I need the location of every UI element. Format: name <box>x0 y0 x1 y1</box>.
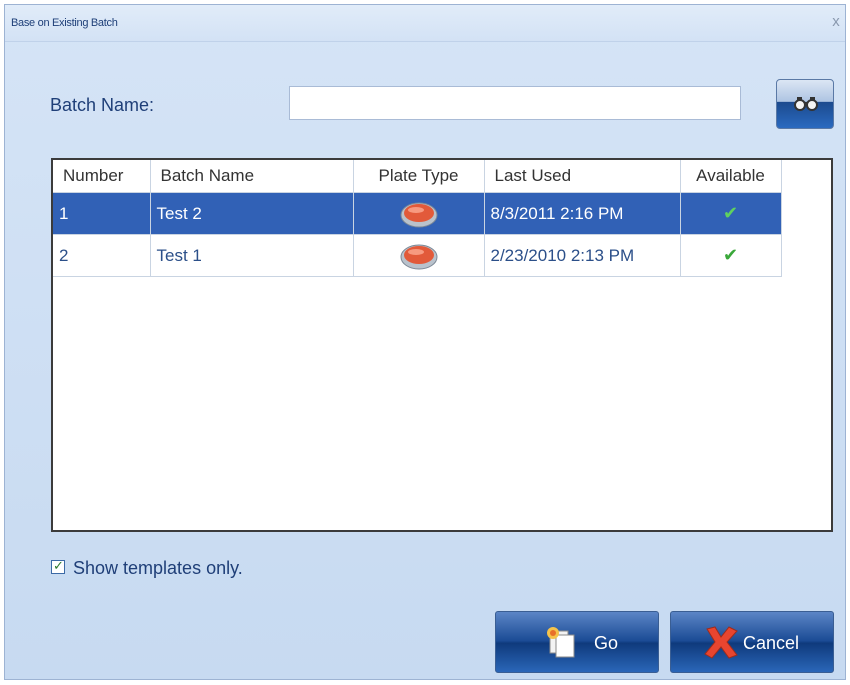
show-templates-label[interactable]: Show templates only. <box>73 558 243 579</box>
batch-name-input[interactable] <box>289 86 741 120</box>
go-button[interactable]: Go <box>495 611 659 673</box>
cell-number: 2 <box>53 234 151 277</box>
cancel-button-label: Cancel <box>743 633 800 653</box>
column-header-last-used[interactable]: Last Used <box>484 160 681 193</box>
batch-table: Number Batch Name Plate Type Last Used A… <box>53 160 782 277</box>
checkmark-icon: ✓ <box>53 558 64 573</box>
go-button-label: Go <box>594 633 619 653</box>
cancel-button[interactable]: Cancel <box>670 611 834 673</box>
check-icon: ✔ <box>722 245 739 265</box>
table-row[interactable]: 1 Test 2 8/3/2011 2:16 PM ✔ <box>53 192 782 235</box>
check-icon: ✔ <box>722 203 739 223</box>
header-row: Number Batch Name Plate Type Last Used A… <box>53 160 782 193</box>
base-on-existing-batch-dialog: Base on Existing Batch x Batch Name: Num… <box>4 4 846 680</box>
binoculars-icon <box>794 97 818 111</box>
cancel-x-icon <box>704 626 738 659</box>
column-header-number[interactable]: Number <box>53 160 151 193</box>
cell-batch-name: Test 1 <box>150 234 354 277</box>
title-bar: Base on Existing Batch x <box>5 5 845 42</box>
red-plate-icon <box>400 244 437 269</box>
batch-name-label: Batch Name: <box>50 95 155 115</box>
table-row[interactable]: 2 Test 1 2/23/2010 2:13 PM ✔ <box>53 234 782 277</box>
new-document-icon <box>547 627 575 658</box>
cell-plate-type <box>353 234 485 277</box>
search-button[interactable] <box>776 79 834 129</box>
cell-available: ✔ <box>680 192 782 235</box>
show-templates-checkbox[interactable]: ✓ <box>51 558 65 574</box>
cell-last-used: 2/23/2010 2:13 PM <box>484 234 681 277</box>
column-header-available[interactable]: Available <box>680 160 782 193</box>
cell-number: 1 <box>53 192 151 235</box>
cell-last-used: 8/3/2011 2:16 PM <box>484 192 681 235</box>
cell-plate-type <box>353 192 485 235</box>
dialog-title: Base on Existing Batch <box>11 17 118 29</box>
column-header-batch-name[interactable]: Batch Name <box>150 160 354 193</box>
close-icon[interactable]: x <box>827 13 845 31</box>
batch-grid: Number Batch Name Plate Type Last Used A… <box>51 158 833 532</box>
column-header-plate-type[interactable]: Plate Type <box>353 160 485 193</box>
red-plate-icon <box>400 202 437 227</box>
cell-batch-name: Test 2 <box>150 192 354 235</box>
cell-available: ✔ <box>680 234 782 277</box>
